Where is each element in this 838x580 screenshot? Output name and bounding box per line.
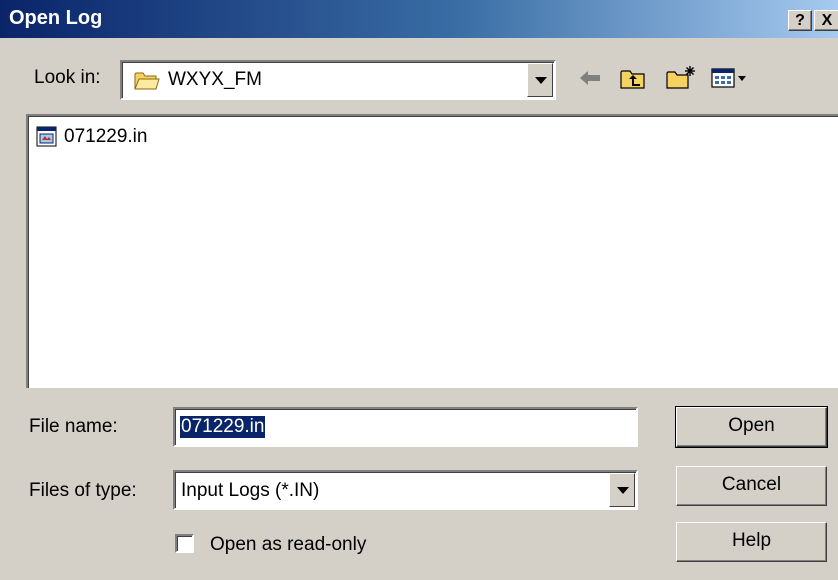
back-icon[interactable] <box>577 64 605 92</box>
new-folder-icon[interactable] <box>665 64 697 92</box>
file-type-label: Files of type: <box>29 480 137 501</box>
file-name-label: File name: <box>29 416 118 437</box>
look-in-dropdown-arrow[interactable] <box>527 63 553 97</box>
up-one-level-icon[interactable] <box>619 64 647 92</box>
title-bar[interactable]: Open Log ? X <box>0 0 838 38</box>
cancel-button[interactable]: Cancel <box>676 466 827 506</box>
view-menu-icon[interactable] <box>710 64 762 92</box>
close-title-button[interactable]: X <box>814 10 838 31</box>
read-only-label[interactable]: Open as read-only <box>210 534 366 556</box>
file-list[interactable]: 071229.in <box>26 114 838 388</box>
log-file-icon <box>36 126 57 147</box>
file-type-value: Input Logs (*.IN) <box>181 480 320 501</box>
file-name-input[interactable]: 071229.in <box>173 407 638 447</box>
window-title: Open Log <box>9 7 103 29</box>
help-button[interactable]: Help <box>676 522 827 562</box>
file-name-selected-text: 071229.in <box>180 416 266 438</box>
file-type-dropdown-arrow[interactable] <box>609 473 635 507</box>
file-name-text: 071229.in <box>64 126 148 147</box>
look-in-dropdown[interactable]: WXYX_FM <box>120 60 556 100</box>
folder-icon <box>134 72 160 90</box>
look-in-label: Look in: <box>34 67 101 88</box>
look-in-value: WXYX_FM <box>168 69 262 90</box>
open-button[interactable]: Open <box>675 406 828 448</box>
read-only-checkbox[interactable] <box>175 534 194 553</box>
file-type-dropdown[interactable]: Input Logs (*.IN) <box>173 470 638 510</box>
help-title-button[interactable]: ? <box>788 10 812 31</box>
